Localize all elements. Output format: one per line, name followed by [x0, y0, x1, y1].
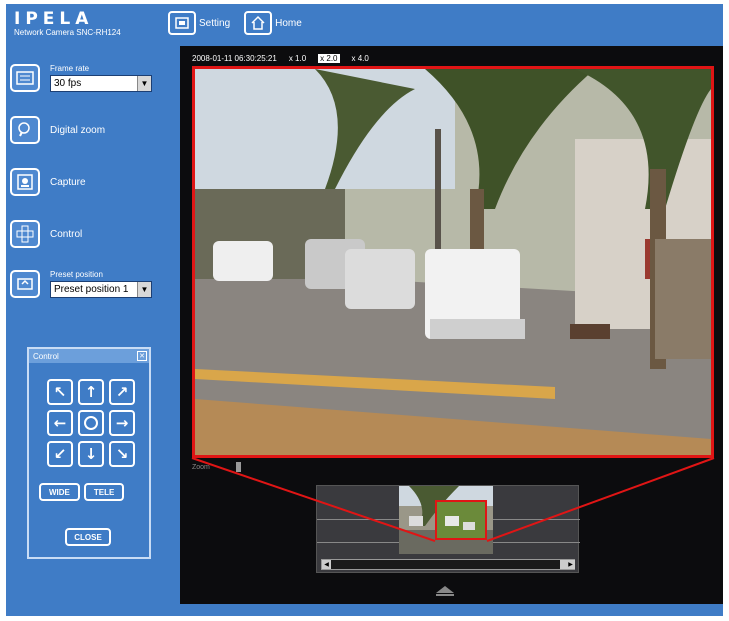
- zoom-level-1[interactable]: x 1.0: [289, 54, 306, 63]
- preset-icon: [10, 270, 40, 298]
- setting-label: Setting: [199, 17, 231, 29]
- move-up-left-button[interactable]: ↖: [47, 379, 73, 405]
- preset-row: Preset position Preset position 1 ▼: [10, 270, 152, 298]
- video-viewer: 2008-01-11 06:30:25:21 x 1.0 x 2.0 x 4.0: [180, 46, 723, 604]
- move-down-right-button[interactable]: ↘: [109, 441, 135, 467]
- preset-select[interactable]: Preset position 1 ▼: [50, 281, 152, 298]
- digital-zoom-label: Digital zoom: [50, 124, 106, 136]
- frame-rate-row: Frame rate 30 fps ▼: [10, 64, 152, 92]
- scroll-right-arrow[interactable]: ▶: [566, 560, 575, 569]
- setting-button[interactable]: Setting: [168, 11, 230, 35]
- capture-label: Capture: [50, 176, 86, 188]
- move-left-button[interactable]: ←: [47, 410, 73, 436]
- move-down-button[interactable]: ↓: [78, 441, 104, 467]
- tele-button[interactable]: TELE: [83, 483, 125, 501]
- frame-rate-label: Frame rate: [50, 64, 90, 73]
- navigator-panel[interactable]: ◀ ▶: [316, 485, 580, 573]
- video-info-bar: 2008-01-11 06:30:25:21 x 1.0 x 2.0 x 4.0: [192, 54, 369, 63]
- zoom-buttons: WIDE TELE: [39, 483, 125, 501]
- navigator-scrollbar[interactable]: ◀ ▶: [321, 559, 575, 570]
- move-up-right-button[interactable]: ↗: [109, 379, 135, 405]
- control-panel-title: Control: [33, 351, 59, 361]
- ipela-logo: IPELA: [14, 9, 94, 29]
- control-label: Control: [50, 228, 83, 240]
- setting-icon: [168, 11, 196, 35]
- move-up-button[interactable]: ↑: [78, 379, 104, 405]
- control-row[interactable]: Control: [10, 220, 82, 248]
- app-window: IPELA Network Camera SNC-RH124 Setting H…: [6, 4, 723, 616]
- camera-model: Network Camera SNC-RH124: [14, 28, 121, 37]
- move-right-button[interactable]: →: [109, 410, 135, 436]
- capture-row[interactable]: Capture: [10, 168, 86, 196]
- home-icon: [244, 11, 273, 35]
- zoom-level-3[interactable]: x 4.0: [352, 54, 369, 63]
- control-panel: Control ✕ ↖ ↑ ↗ ← → ↙ ↓ ↘ WIDE TELE CLOS…: [27, 347, 151, 559]
- home-position-button[interactable]: [78, 410, 104, 436]
- frame-rate-select[interactable]: 30 fps ▼: [50, 75, 152, 92]
- home-button[interactable]: Home: [244, 11, 302, 35]
- move-down-left-button[interactable]: ↙: [47, 441, 73, 467]
- camera-video-frame[interactable]: [192, 66, 714, 458]
- top-navigation: Setting Home: [168, 11, 302, 35]
- brand: IPELA Network Camera SNC-RH124: [14, 10, 121, 38]
- scroll-left-arrow[interactable]: ◀: [322, 560, 331, 569]
- frame-rate-icon: [10, 64, 40, 92]
- preset-value: Preset position 1: [54, 284, 129, 295]
- magnifier-icon: [10, 116, 40, 144]
- control-panel-titlebar[interactable]: Control ✕: [29, 349, 149, 363]
- zoom-level-2[interactable]: x 2.0: [318, 54, 340, 63]
- close-icon[interactable]: ✕: [137, 351, 147, 361]
- home-label: Home: [275, 17, 302, 29]
- street-scene-image: [195, 69, 711, 455]
- zoom-slider-handle[interactable]: [236, 462, 241, 472]
- zoom-slider-label: Zoom: [192, 464, 210, 471]
- collapse-icon[interactable]: [436, 586, 454, 596]
- pan-tilt-pad: ↖ ↑ ↗ ← → ↙ ↓ ↘: [47, 379, 135, 467]
- preset-label: Preset position: [50, 270, 103, 279]
- navigator-selection-frame[interactable]: [435, 500, 487, 540]
- control-icon: [10, 220, 40, 248]
- wide-button[interactable]: WIDE: [39, 483, 80, 501]
- chevron-down-icon: ▼: [137, 282, 151, 297]
- home-circle-icon: [84, 416, 98, 430]
- capture-icon: [10, 168, 40, 196]
- chevron-down-icon: ▼: [137, 76, 151, 91]
- close-button[interactable]: CLOSE: [65, 528, 111, 546]
- digital-zoom-row[interactable]: Digital zoom: [10, 116, 105, 144]
- frame-rate-value: 30 fps: [54, 78, 82, 89]
- timestamp: 2008-01-11 06:30:25:21: [192, 54, 277, 63]
